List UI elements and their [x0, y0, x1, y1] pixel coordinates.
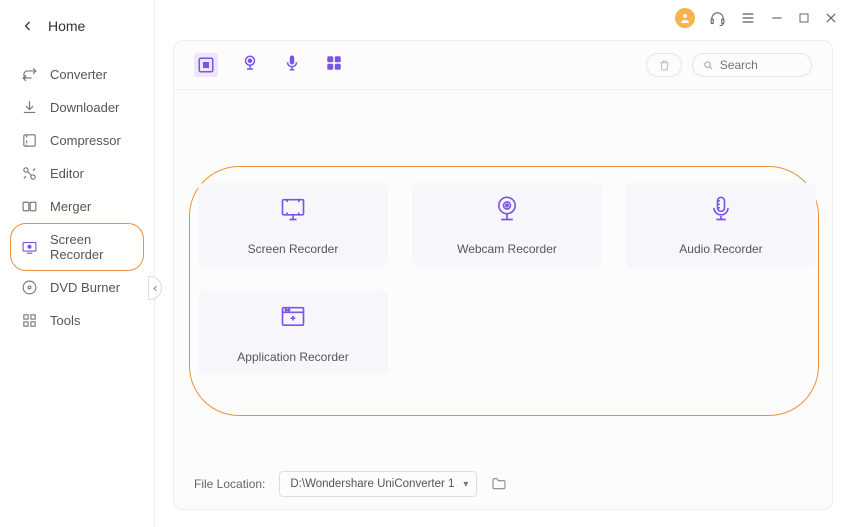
- audio-recorder-icon: [707, 195, 735, 228]
- content-panel: Screen Recorder Webcam Recorder Audio Re…: [173, 40, 833, 510]
- folder-icon: [491, 476, 507, 492]
- sidebar-item-label: Screen Recorder: [50, 232, 133, 262]
- sidebar-item-label: Downloader: [50, 100, 119, 115]
- chevron-left-icon: [22, 20, 34, 32]
- sidebar-item-screen-recorder[interactable]: Screen Recorder: [10, 223, 144, 271]
- user-icon: [679, 12, 691, 24]
- merger-icon: [20, 198, 38, 215]
- tile-label: Audio Recorder: [679, 242, 762, 256]
- tile-audio-recorder[interactable]: Audio Recorder: [626, 183, 816, 267]
- sidebar-item-dvd-burner[interactable]: DVD Burner: [10, 271, 144, 304]
- sidebar: Home Converter Downloader Compressor Ed: [0, 0, 155, 527]
- collapse-sidebar-button[interactable]: [148, 276, 162, 300]
- maximize-icon[interactable]: [798, 12, 810, 24]
- screen-mode-icon[interactable]: [194, 53, 218, 77]
- window-controls: [675, 8, 838, 28]
- search-input[interactable]: [720, 58, 801, 72]
- compressor-icon: [20, 132, 38, 149]
- tile-label: Webcam Recorder: [457, 242, 557, 256]
- search-icon: [703, 59, 714, 72]
- webcam-recorder-icon: [493, 195, 521, 228]
- file-location-value: D:\Wondershare UniConverter 1: [290, 478, 454, 490]
- webcam-mode-icon[interactable]: [240, 53, 260, 73]
- tile-application-recorder[interactable]: Application Recorder: [198, 291, 388, 375]
- sidebar-item-label: DVD Burner: [50, 280, 120, 295]
- audio-mode-icon[interactable]: [282, 53, 302, 73]
- converter-icon: [20, 66, 38, 83]
- home-label: Home: [48, 18, 85, 34]
- trash-icon: [658, 59, 671, 72]
- user-avatar[interactable]: [675, 8, 695, 28]
- sidebar-item-label: Compressor: [50, 133, 121, 148]
- grid-mode-icon[interactable]: [324, 53, 344, 73]
- tile-label: Application Recorder: [237, 350, 348, 364]
- screen-recorder-icon: [21, 239, 38, 256]
- toolbar: [174, 41, 832, 90]
- downloader-icon: [20, 99, 38, 116]
- tile-screen-recorder[interactable]: Screen Recorder: [198, 183, 388, 267]
- home-button[interactable]: Home: [0, 0, 154, 52]
- tools-icon: [20, 312, 38, 329]
- sidebar-item-editor[interactable]: Editor: [10, 157, 144, 190]
- sidebar-item-merger[interactable]: Merger: [10, 190, 144, 223]
- open-folder-button[interactable]: [491, 476, 507, 492]
- trash-button[interactable]: [646, 53, 682, 77]
- minimize-icon[interactable]: [770, 11, 784, 25]
- application-recorder-icon: [279, 303, 307, 336]
- recorder-grid: Screen Recorder Webcam Recorder Audio Re…: [198, 183, 816, 375]
- sidebar-item-label: Merger: [50, 199, 91, 214]
- dvd-burner-icon: [20, 279, 38, 296]
- chevron-left-icon: [152, 284, 159, 293]
- screen-recorder-icon: [279, 195, 307, 228]
- sidebar-item-converter[interactable]: Converter: [10, 58, 144, 91]
- sidebar-item-label: Converter: [50, 67, 107, 82]
- footer: File Location: D:\Wondershare UniConvert…: [194, 471, 507, 497]
- search-field[interactable]: [692, 53, 812, 77]
- sidebar-item-label: Tools: [50, 313, 80, 328]
- file-location-select[interactable]: D:\Wondershare UniConverter 1: [279, 471, 477, 497]
- sidebar-item-label: Editor: [50, 166, 84, 181]
- tile-label: Screen Recorder: [248, 242, 339, 256]
- headset-icon[interactable]: [709, 10, 726, 27]
- mode-icons: [194, 53, 344, 77]
- menu-icon[interactable]: [740, 10, 756, 26]
- tile-webcam-recorder[interactable]: Webcam Recorder: [412, 183, 602, 267]
- sidebar-item-tools[interactable]: Tools: [10, 304, 144, 337]
- file-location-label: File Location:: [194, 477, 265, 491]
- editor-icon: [20, 165, 38, 182]
- nav-list: Converter Downloader Compressor Editor M: [0, 52, 154, 337]
- close-icon[interactable]: [824, 11, 838, 25]
- sidebar-item-compressor[interactable]: Compressor: [10, 124, 144, 157]
- sidebar-item-downloader[interactable]: Downloader: [10, 91, 144, 124]
